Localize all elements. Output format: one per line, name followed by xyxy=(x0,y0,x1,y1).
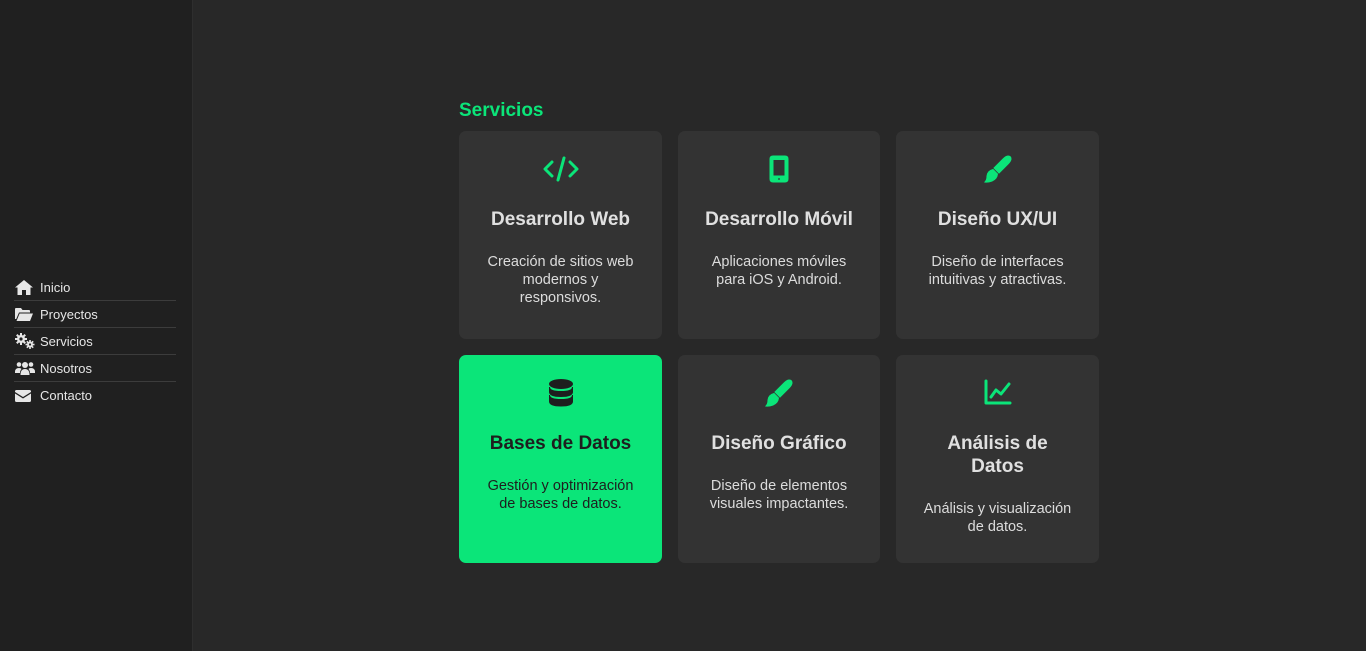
service-card-diseno-grafico[interactable]: Diseño Gráfico Diseño de elementos visua… xyxy=(678,355,880,563)
service-description: Diseño de interfaces intuitivas y atract… xyxy=(928,254,1067,288)
service-title: Bases de Datos xyxy=(489,433,632,454)
sidebar-item-label: Contacto xyxy=(40,388,93,403)
service-description: Gestión y optimización de bases de datos… xyxy=(487,478,634,512)
sidebar-item-contacto[interactable]: Contacto xyxy=(14,382,176,409)
service-description: Análisis y visualización de datos. xyxy=(923,501,1072,535)
paint-brush-icon xyxy=(678,379,880,409)
sidebar-item-servicios[interactable]: Servicios xyxy=(14,328,176,355)
home-icon xyxy=(15,279,35,295)
service-description: Diseño de elementos visuales impactantes… xyxy=(709,478,849,512)
database-icon xyxy=(459,379,662,409)
service-title: Análisis de Datos xyxy=(947,433,1048,477)
envelope-icon xyxy=(15,388,35,404)
service-description: Aplicaciones móviles para iOS y Android. xyxy=(711,254,847,288)
service-description: Creación de sitios web modernos y respon… xyxy=(487,254,634,306)
sidebar-item-label: Servicios xyxy=(40,333,93,349)
service-card-diseno-ux-ui[interactable]: Diseño UX/UI Diseño de interfaces intuit… xyxy=(896,131,1099,339)
section-title: Servicios xyxy=(459,100,544,121)
service-card-bases-de-datos[interactable]: Bases de Datos Gestión y optimización de… xyxy=(459,355,662,563)
sidebar-item-nosotros[interactable]: Nosotros xyxy=(14,355,176,382)
service-title: Diseño UX/UI xyxy=(937,209,1058,230)
chart-line-icon xyxy=(896,379,1099,409)
service-title: Desarrollo Móvil xyxy=(705,209,853,230)
sidebar-item-inicio[interactable]: Inicio xyxy=(14,274,176,301)
sidebar-item-label: Nosotros xyxy=(40,360,93,376)
service-title: Diseño Gráfico xyxy=(711,433,847,454)
sidebar: Inicio Proyectos Servicios Nosotros Cont… xyxy=(0,0,193,651)
sidebar-nav: Inicio Proyectos Servicios Nosotros Cont… xyxy=(14,274,176,409)
folder-open-icon xyxy=(15,306,35,322)
sidebar-item-proyectos[interactable]: Proyectos xyxy=(14,301,176,328)
cogs-icon xyxy=(15,333,35,349)
service-card-analisis-de-datos[interactable]: Análisis de Datos Análisis y visualizaci… xyxy=(896,355,1099,563)
users-icon xyxy=(15,360,35,376)
service-title: Desarrollo Web xyxy=(490,209,631,230)
code-icon xyxy=(459,155,662,185)
paint-brush-icon xyxy=(896,155,1099,185)
service-card-desarrollo-movil[interactable]: Desarrollo Móvil Aplicaciones móviles pa… xyxy=(678,131,880,339)
sidebar-item-label: Proyectos xyxy=(40,306,98,322)
sidebar-item-label: Inicio xyxy=(40,279,71,295)
service-card-desarrollo-web[interactable]: Desarrollo Web Creación de sitios web mo… xyxy=(459,131,662,339)
mobile-icon xyxy=(678,155,880,185)
